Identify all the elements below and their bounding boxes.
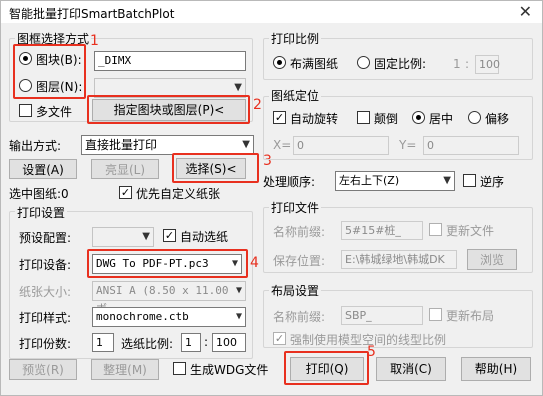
- smart-batch-plot-dialog: 智能批量打印SmartBatchPlot ✕ 图框选择方式 图块(B): 图层(…: [0, 0, 543, 396]
- scale-a-input[interactable]: 1: [181, 333, 201, 352]
- update-file-checkbox[interactable]: [429, 223, 442, 236]
- fixed-scale-radio[interactable]: [357, 56, 370, 69]
- chevron-down-icon: ▼: [235, 311, 242, 322]
- x-offset-label: X=: [273, 138, 292, 152]
- layout-prefix-input[interactable]: SBP_: [341, 306, 423, 325]
- annotation-2: 2: [253, 97, 262, 113]
- reverse-order-label: 逆序: [480, 175, 505, 189]
- fit-paper-label: 布满图纸: [290, 57, 339, 71]
- scale-label: 选纸比例:: [121, 337, 174, 351]
- center-label: 居中: [429, 112, 454, 126]
- chevron-down-icon: ▼: [242, 139, 250, 150]
- print-file-title: 打印文件: [269, 199, 322, 216]
- priority-custom-paper-label: 优先自定义纸张: [136, 187, 221, 201]
- highlight-box-2: [87, 95, 250, 124]
- fixed-scale-a: 1: [453, 57, 461, 71]
- auto-rotate-checkbox[interactable]: ✓: [273, 111, 286, 124]
- annotation-4: 4: [250, 255, 259, 271]
- reverse-order-checkbox[interactable]: [463, 174, 476, 187]
- highlight-button[interactable]: 亮显(L): [91, 159, 159, 179]
- highlight-box-5: [284, 351, 369, 385]
- preset-select[interactable]: ▼: [92, 227, 154, 247]
- priority-custom-paper-checkbox[interactable]: ✓: [119, 186, 132, 199]
- x-offset-input[interactable]: 0: [293, 136, 389, 155]
- update-file-label: 更新文件: [446, 224, 495, 238]
- layout-prefix-label: 名称前缀:: [273, 310, 326, 324]
- fit-paper-radio[interactable]: [273, 56, 286, 69]
- update-layout-label: 更新布局: [446, 309, 495, 323]
- fixed-scale-separator: :: [465, 57, 470, 71]
- preview-button[interactable]: 预览(R): [9, 359, 77, 380]
- annotation-1: 1: [90, 33, 99, 49]
- preset-label: 预设配置:: [19, 231, 72, 245]
- highlight-box-1: [13, 44, 86, 99]
- auto-rotate-label: 自动旋转: [290, 112, 339, 126]
- chevron-down-icon: ▼: [443, 175, 451, 186]
- help-button[interactable]: 帮助(H): [461, 357, 531, 381]
- annotation-5: 5: [367, 344, 376, 360]
- multi-file-label: 多文件: [36, 105, 73, 119]
- cancel-button[interactable]: 取消(C): [376, 357, 446, 381]
- style-label: 打印样式:: [19, 311, 72, 325]
- flip-label: 颠倒: [374, 112, 399, 126]
- auto-paper-label: 自动选纸: [180, 230, 229, 244]
- output-method-select[interactable]: 直接批量打印 ▼: [81, 135, 254, 155]
- output-label: 输出方式:: [9, 139, 62, 153]
- generate-dwg-checkbox[interactable]: [173, 362, 186, 375]
- scale-b-input[interactable]: 100: [212, 333, 246, 352]
- auto-paper-checkbox[interactable]: ✓: [163, 229, 176, 242]
- arrange-button[interactable]: 整理(M): [91, 359, 159, 380]
- print-ratio-title: 打印比例: [269, 30, 322, 47]
- fixed-scale-label: 固定比例:: [374, 57, 427, 71]
- offset-label: 偏移: [485, 112, 510, 126]
- copies-label: 打印份数:: [19, 337, 72, 351]
- chevron-down-icon: ▼: [235, 285, 242, 296]
- highlight-box-3: [172, 153, 259, 183]
- chevron-down-icon: ▼: [142, 231, 150, 242]
- paper-size-select[interactable]: ANSI A (8.50 x 11.00 ボ▼: [92, 281, 246, 315]
- file-prefix-input[interactable]: 5#15#桩_: [341, 221, 423, 240]
- paper-position-title: 图纸定位: [269, 87, 322, 104]
- print-style-value: monochrome.ctb: [96, 310, 189, 323]
- paper-label: 纸张大小:: [19, 285, 72, 299]
- window-title: 智能批量打印SmartBatchPlot: [9, 7, 175, 21]
- print-style-select[interactable]: monochrome.ctb ▼: [92, 307, 246, 327]
- center-radio[interactable]: [412, 111, 425, 124]
- output-method-value: 直接批量打印: [85, 138, 158, 152]
- browse-button[interactable]: 浏览: [467, 249, 517, 270]
- device-label: 打印设备:: [19, 258, 72, 272]
- generate-dwg-label: 生成WDG文件: [190, 363, 269, 377]
- file-prefix-label: 名称前缀:: [273, 225, 326, 239]
- copies-input[interactable]: 1: [92, 333, 114, 352]
- y-offset-label: Y=: [399, 138, 417, 152]
- save-path-label: 保存位置:: [273, 254, 326, 268]
- print-settings-title: 打印设置: [15, 204, 68, 221]
- setup-button[interactable]: 设置(A): [9, 159, 77, 179]
- order-select[interactable]: 左右上下(Z) ▼: [335, 171, 455, 191]
- save-path-input[interactable]: E:\韩城绿地\韩城DK: [341, 250, 457, 269]
- scale-separator: :: [204, 335, 209, 349]
- title-bar: 智能批量打印SmartBatchPlot ✕: [1, 1, 542, 23]
- fixed-scale-b-input[interactable]: 100: [475, 55, 500, 74]
- y-offset-input[interactable]: 0: [423, 136, 519, 155]
- flip-checkbox[interactable]: [357, 111, 370, 124]
- order-label: 处理顺序:: [263, 175, 316, 189]
- close-icon[interactable]: ✕: [519, 2, 532, 21]
- multi-file-checkbox[interactable]: [19, 104, 32, 117]
- order-value: 左右上下(Z): [339, 174, 400, 187]
- offset-radio[interactable]: [468, 111, 481, 124]
- force-linetype-checkbox[interactable]: ✓: [273, 332, 286, 345]
- layout-settings-title: 布局设置: [269, 282, 322, 299]
- highlight-box-4: [87, 249, 248, 278]
- block-name-input[interactable]: _DIMX: [94, 51, 246, 71]
- update-layout-checkbox[interactable]: [429, 308, 442, 321]
- selected-count: 选中图纸:0: [9, 187, 69, 201]
